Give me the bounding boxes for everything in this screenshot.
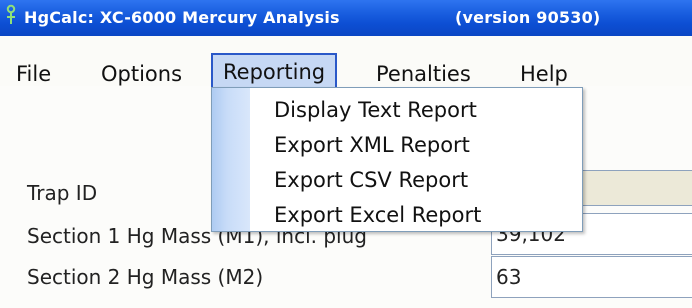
- reporting-dropdown-menu: Display Text Report Export XML Report Ex…: [211, 87, 583, 232]
- menu-item-export-xml-report[interactable]: Export XML Report: [274, 130, 470, 160]
- section2-hg-mass-label: Section 2 Hg Mass (M2): [27, 265, 264, 289]
- menu-icon-stripe: [212, 88, 250, 231]
- window-version: (version 90530): [455, 8, 601, 27]
- menu-help[interactable]: Help: [520, 57, 568, 91]
- menu-item-export-csv-report[interactable]: Export CSV Report: [274, 165, 468, 195]
- section2-hg-mass-field[interactable]: 63: [491, 256, 692, 298]
- menu-reporting[interactable]: Reporting: [211, 53, 338, 89]
- menu-penalties[interactable]: Penalties: [376, 57, 471, 91]
- window-title: HgCalc: XC-6000 Mercury Analysis: [24, 8, 340, 27]
- menu-item-export-excel-report[interactable]: Export Excel Report: [274, 200, 481, 230]
- title-bar: HgCalc: XC-6000 Mercury Analysis (versio…: [0, 0, 692, 36]
- app-flask-icon: [6, 4, 16, 24]
- trap-id-label: Trap ID: [27, 181, 98, 205]
- menu-options[interactable]: Options: [101, 57, 182, 91]
- menu-file[interactable]: File: [16, 57, 51, 91]
- menu-item-display-text-report[interactable]: Display Text Report: [274, 95, 477, 125]
